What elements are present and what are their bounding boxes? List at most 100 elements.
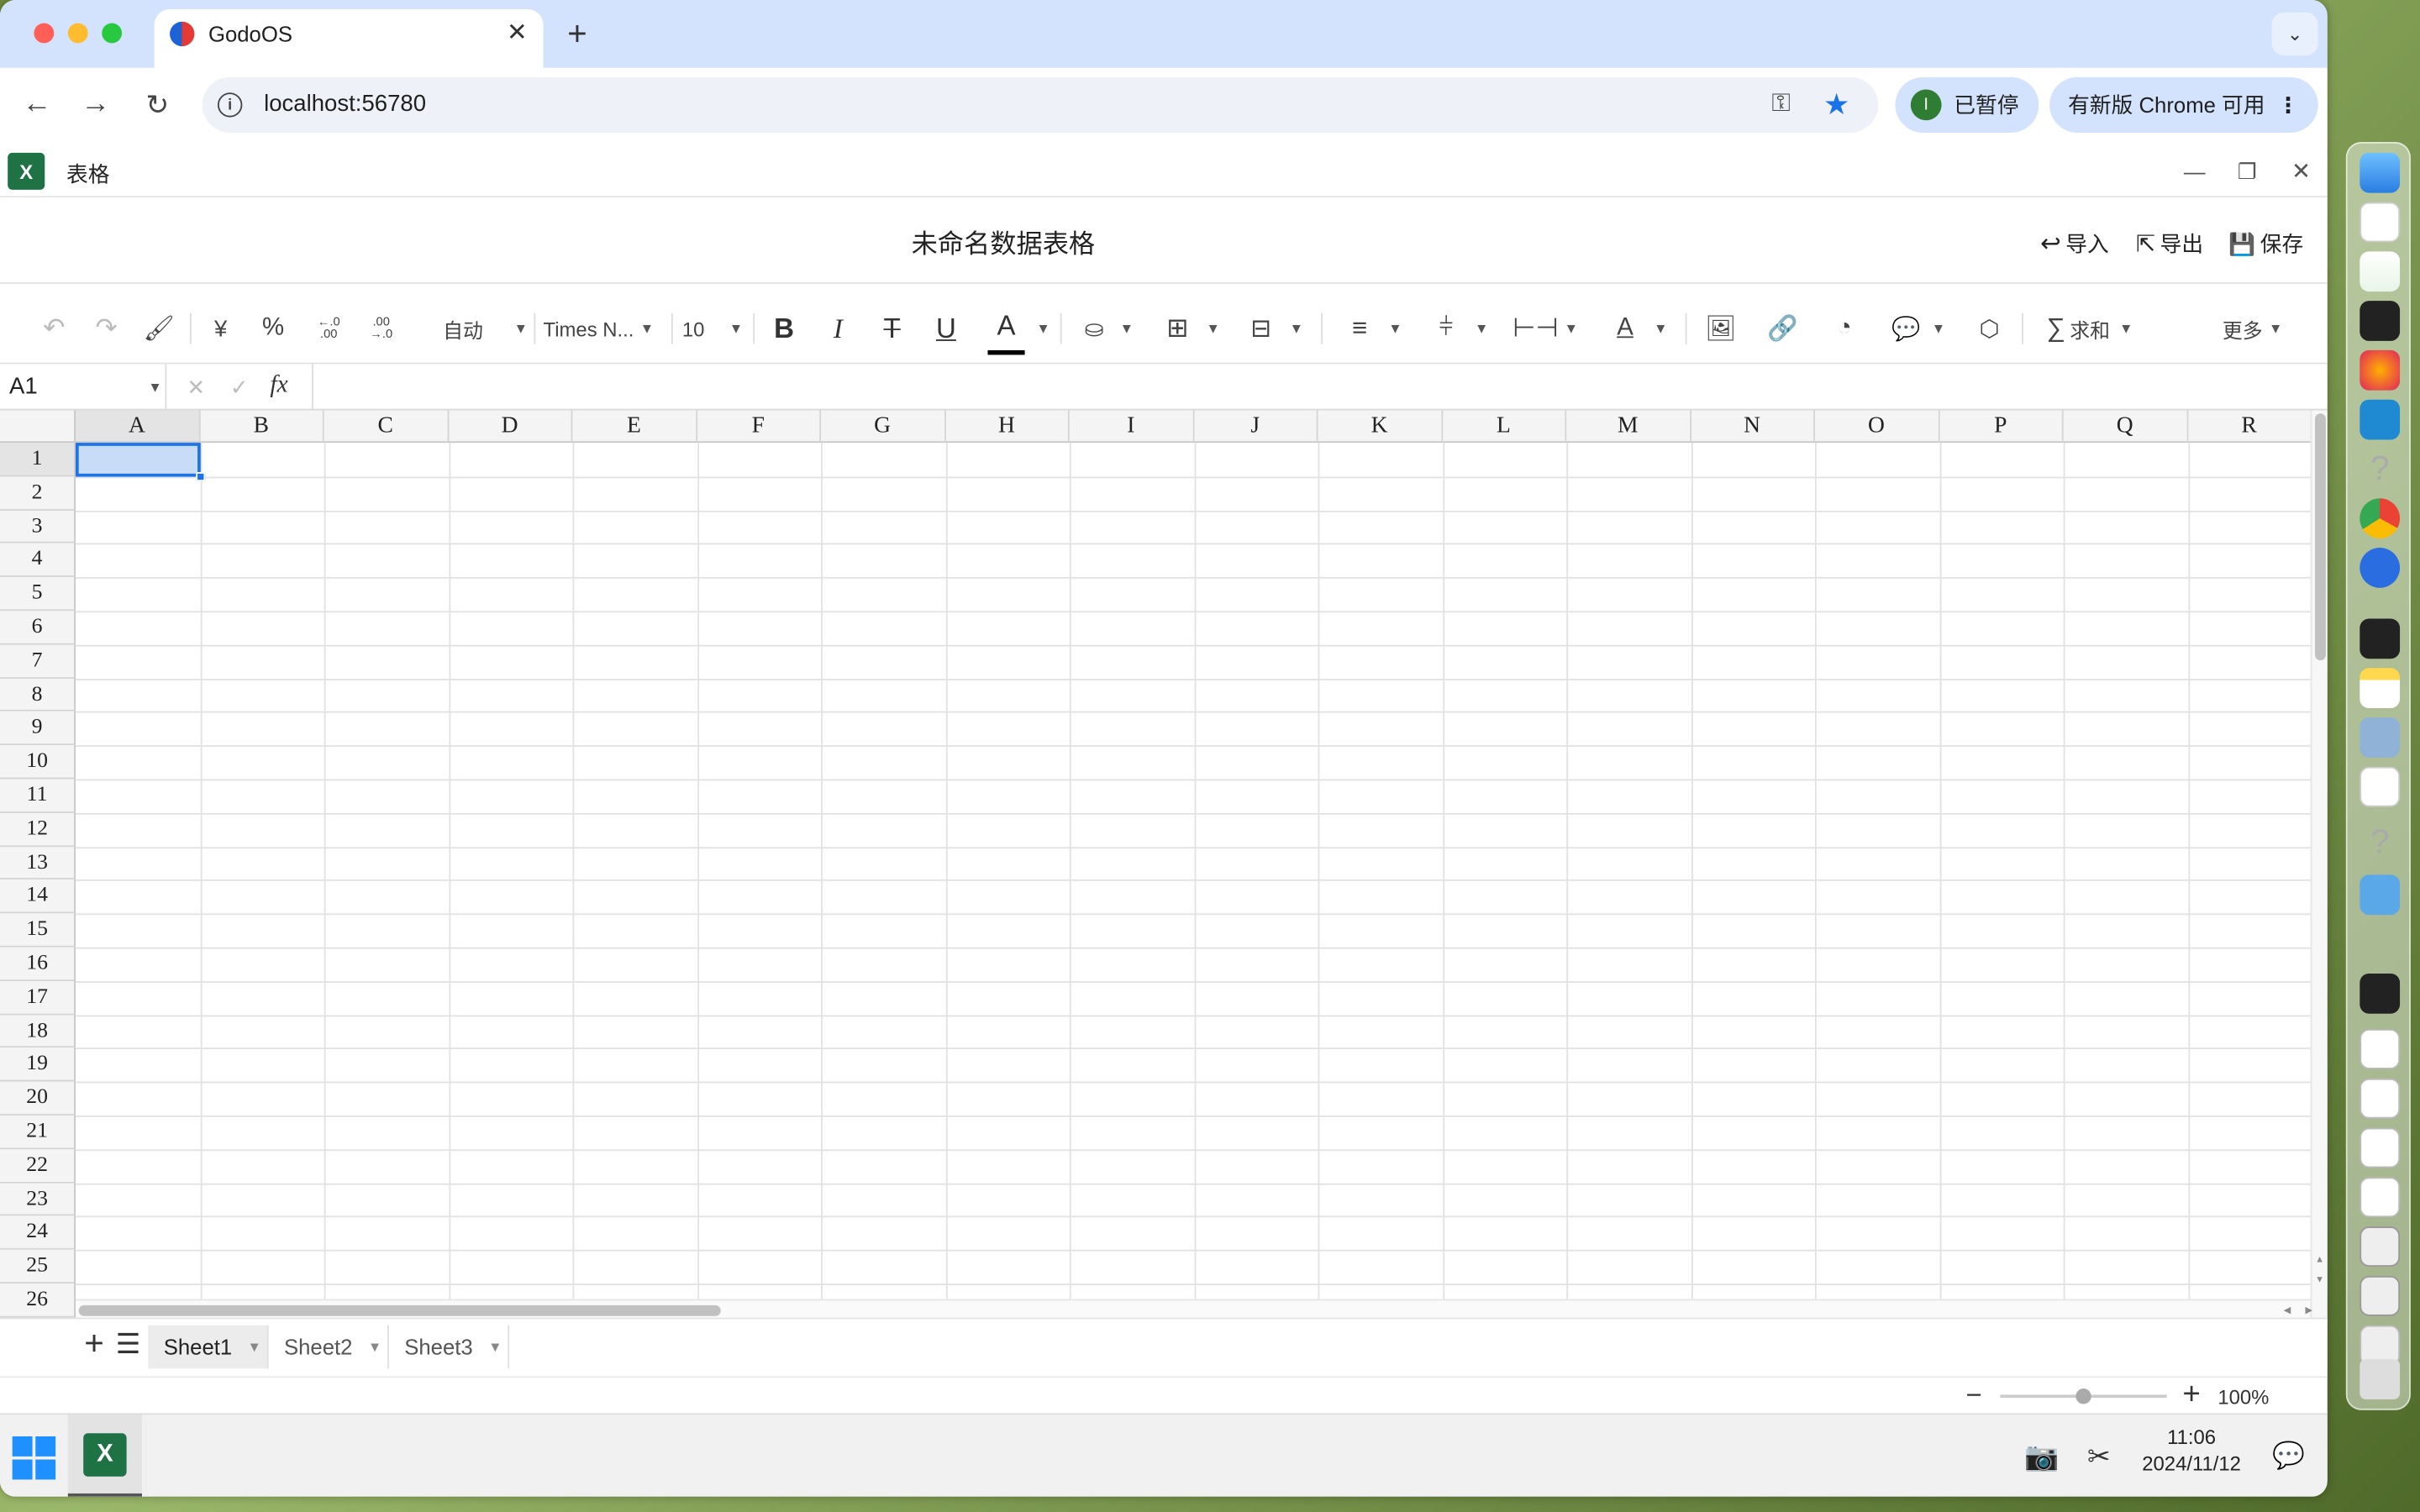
font-color-icon[interactable]: A xyxy=(987,302,1025,355)
bold-icon[interactable]: B xyxy=(769,293,800,364)
text-wrap-icon[interactable]: ⊢⊣ xyxy=(1512,293,1558,364)
strikethrough-icon[interactable]: T xyxy=(876,293,908,364)
app-icon[interactable] xyxy=(2360,618,2401,659)
column-header[interactable]: R xyxy=(2187,410,2312,444)
row-header[interactable]: 14 xyxy=(0,879,76,914)
save-button[interactable]: 💾 保存 xyxy=(2228,228,2303,260)
row-header[interactable]: 16 xyxy=(0,947,76,981)
restore-icon[interactable]: ❐ xyxy=(2232,156,2263,187)
scissors-icon[interactable]: ✂ xyxy=(2082,1440,2116,1473)
firefox-icon[interactable] xyxy=(2360,349,2401,391)
row-header[interactable]: 25 xyxy=(0,1250,76,1284)
vertical-scroll-thumb[interactable] xyxy=(2315,413,2326,661)
fill-handle[interactable] xyxy=(196,472,206,482)
row-header[interactable]: 21 xyxy=(0,1115,76,1149)
merge-cells-icon[interactable]: ⊟ xyxy=(1244,293,1277,364)
zoom-in-icon[interactable]: + xyxy=(2176,1377,2207,1410)
browser-tab[interactable]: GodoOS ✕ xyxy=(154,9,544,68)
column-header[interactable]: C xyxy=(324,410,449,444)
window-thumb-icon[interactable] xyxy=(2360,1177,2401,1218)
vertical-align-dropdown[interactable]: ▼ xyxy=(1470,293,1488,364)
row-header[interactable]: 19 xyxy=(0,1047,76,1082)
back-icon[interactable]: ← xyxy=(18,87,55,123)
column-header[interactable]: N xyxy=(1691,410,1815,444)
cancel-edit-icon[interactable]: ✕ xyxy=(182,373,210,401)
row-header[interactable]: 8 xyxy=(0,678,76,712)
insert-chart-icon[interactable]: ◔ xyxy=(1828,293,1861,364)
reload-icon[interactable]: ↻ xyxy=(139,87,176,123)
bookmark-star-icon[interactable]: ★ xyxy=(1819,88,1853,122)
name-box[interactable]: A1 ▼ xyxy=(0,364,167,411)
notes-icon[interactable] xyxy=(2360,668,2401,709)
row-header[interactable]: 9 xyxy=(0,711,76,746)
text-rotate-dropdown[interactable]: ▼ xyxy=(1649,293,1667,364)
column-header[interactable]: B xyxy=(199,410,324,444)
currency-format-icon[interactable]: ¥ xyxy=(203,293,237,364)
notifications-icon[interactable]: 💬 xyxy=(2272,1440,2306,1473)
profile-button[interactable]: I 已暂停 xyxy=(1895,76,2039,133)
window-thumb-icon[interactable] xyxy=(2360,1029,2401,1069)
export-button[interactable]: ⇱ 导出 xyxy=(2136,228,2203,260)
row-header[interactable]: 2 xyxy=(0,476,76,511)
row-header[interactable]: 3 xyxy=(0,510,76,544)
preview-icon[interactable] xyxy=(2360,717,2401,758)
decrease-decimal-icon[interactable]: .00 →.0 xyxy=(361,293,402,364)
row-header[interactable]: 23 xyxy=(0,1183,76,1217)
zoom-out-icon[interactable]: − xyxy=(1960,1378,1988,1410)
insert-link-icon[interactable]: 🔗 xyxy=(1765,293,1799,364)
underline-icon[interactable]: U xyxy=(931,293,962,364)
row-header[interactable]: 6 xyxy=(0,611,76,645)
scroll-right-icon[interactable]: ▶ xyxy=(2302,1302,2317,1317)
horizontal-align-dropdown[interactable]: ▼ xyxy=(1383,293,1402,364)
increase-decimal-icon[interactable]: ←.0 .00 xyxy=(308,293,349,364)
import-button[interactable]: ↩ 导入 xyxy=(2040,228,2109,260)
column-header[interactable]: P xyxy=(1939,410,2064,444)
window-thumb-icon[interactable] xyxy=(2360,1226,2401,1267)
text-wrap-dropdown[interactable]: ▼ xyxy=(1559,293,1578,364)
close-tab-icon[interactable]: ✕ xyxy=(503,18,531,46)
insert-image-icon[interactable]: 🖼 xyxy=(1704,293,1738,364)
caret-down-icon[interactable]: ▼ xyxy=(368,1339,381,1354)
unknown-app-icon[interactable]: ? xyxy=(2360,449,2400,489)
row-header[interactable]: 18 xyxy=(0,1014,76,1048)
row-header[interactable]: 26 xyxy=(0,1284,76,1318)
horizontal-scroll-thumb[interactable] xyxy=(78,1305,721,1316)
vertical-align-icon[interactable]: ⫩ xyxy=(1429,293,1463,364)
sheet-tab[interactable]: Sheet3 ▼ xyxy=(389,1325,510,1369)
percent-format-icon[interactable]: % xyxy=(256,293,290,364)
row-header[interactable]: 1 xyxy=(0,443,76,477)
new-tab-icon[interactable]: + xyxy=(559,14,596,53)
caret-down-icon[interactable]: ▼ xyxy=(488,1339,502,1354)
screenshot-icon[interactable]: ⬡ xyxy=(1972,293,2006,364)
formula-input[interactable] xyxy=(312,364,2328,411)
update-chrome-button[interactable]: 有新版 Chrome 可用 ⋮ xyxy=(2049,76,2318,133)
column-header[interactable]: L xyxy=(1442,410,1567,444)
minimize-icon[interactable]: — xyxy=(2179,156,2210,187)
font-color-dropdown[interactable]: ▼ xyxy=(1031,293,1050,364)
confirm-edit-icon[interactable]: ✓ xyxy=(225,373,253,401)
windows-start-icon[interactable] xyxy=(12,1436,56,1480)
sheet-list-icon[interactable]: ☰ xyxy=(114,1327,142,1359)
launchpad-icon[interactable] xyxy=(2360,202,2401,243)
window-thumb-icon[interactable] xyxy=(2360,1078,2401,1119)
caret-down-icon[interactable]: ▼ xyxy=(248,1339,261,1354)
row-header[interactable]: 7 xyxy=(0,644,76,679)
scroll-down-icon[interactable]: ▼ xyxy=(2312,1273,2327,1288)
merge-cells-dropdown[interactable]: ▼ xyxy=(1284,293,1303,364)
maps-icon[interactable] xyxy=(2360,548,2401,588)
vertical-scrollbar[interactable]: ▲ ▼ xyxy=(2310,410,2328,1318)
camera-icon[interactable]: 📷 xyxy=(2024,1440,2059,1473)
fill-color-dropdown[interactable]: ▼ xyxy=(1114,293,1134,364)
close-icon[interactable]: ✕ xyxy=(2286,156,2317,187)
more-button[interactable]: 更多 ▼ xyxy=(2223,293,2291,364)
sheet-tab[interactable]: Sheet1 ▼ xyxy=(148,1325,269,1369)
column-header[interactable]: I xyxy=(1069,410,1194,444)
window-thumb-icon[interactable] xyxy=(2360,1127,2401,1168)
select-all-corner[interactable] xyxy=(0,410,76,444)
row-header[interactable]: 12 xyxy=(0,812,76,847)
font-family-select[interactable]: Times N... ▼ xyxy=(544,293,667,364)
close-window-button[interactable] xyxy=(34,23,55,44)
format-painter-icon[interactable]: 🖌 xyxy=(142,293,176,364)
text-rotate-icon[interactable]: A xyxy=(1608,293,1642,364)
forward-icon[interactable]: → xyxy=(77,87,114,123)
